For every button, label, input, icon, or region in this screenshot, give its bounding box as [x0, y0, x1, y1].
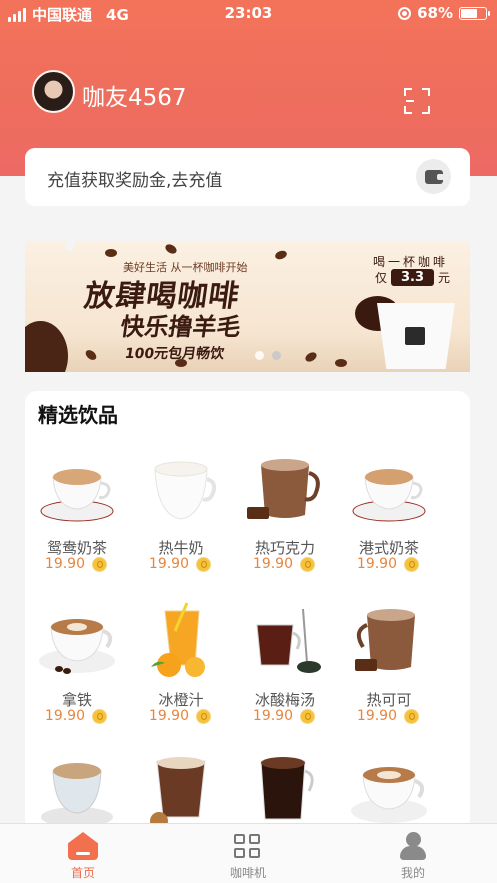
drink-price: 19.90 — [356, 556, 397, 572]
drink-item[interactable] — [129, 751, 233, 831]
drink-item[interactable]: 拿铁 19.90 — [25, 601, 129, 751]
drink-item[interactable]: 港式奶茶 19.90 — [337, 449, 441, 599]
scan-icon[interactable] — [404, 88, 430, 114]
nav-coffee-machine-label: 咖啡机 — [229, 866, 266, 880]
coffee-bean — [83, 348, 99, 362]
bottom-nav: 首页 咖啡机 我的 — [0, 823, 497, 883]
drink-price: 19.90 — [44, 708, 85, 724]
drink-name: 冰橙汁 — [158, 691, 204, 709]
banner-pagination — [255, 351, 281, 360]
drink-item[interactable]: 热巧克力 19.90 — [233, 449, 337, 599]
coffee-bean — [163, 242, 179, 256]
banner-subline: 100元包月畅饮 — [123, 346, 226, 362]
avatar[interactable] — [32, 70, 75, 113]
drink-price: 19.90 — [252, 708, 293, 724]
coin-icon — [300, 709, 315, 724]
wallet-button[interactable] — [416, 159, 451, 194]
orange-juice-glass-icon — [141, 601, 221, 681]
mocha-glass-icon — [141, 751, 221, 831]
wallet-icon — [425, 170, 444, 184]
featured-drinks-section: 精选饮品 鸳鸯奶茶 19.90 热牛奶 19.90 热巧克力 19.90 港式奶茶 19.90… — [25, 391, 470, 831]
status-right: 68% — [398, 4, 490, 22]
banner-headline-2: 快乐撸羊毛 — [118, 313, 243, 341]
banner-price-row: 仅 3.3 元 — [375, 269, 450, 286]
drink-price: 19.90 — [44, 556, 85, 572]
coin-icon — [196, 557, 211, 572]
drink-name: 热可可 — [366, 691, 412, 709]
drink-price: 19.90 — [356, 708, 397, 724]
coffee-splash-left — [25, 321, 68, 372]
promo-banner[interactable]: 美好生活 从一杯咖啡开始 放肆喝咖啡 快乐撸羊毛 100元包月畅饮 喝一杯咖啡 … — [25, 241, 470, 372]
americano-glass-icon — [245, 751, 325, 831]
drink-item[interactable]: 鸳鸯奶茶 19.90 — [25, 449, 129, 599]
status-bar: 中国联通 4G 23:03 68% — [0, 0, 497, 26]
coin-icon — [92, 709, 107, 724]
drink-name: 鸳鸯奶茶 — [46, 539, 107, 557]
coin-icon — [404, 557, 419, 572]
drink-price: 19.90 — [252, 556, 293, 572]
coffee-bean — [105, 249, 117, 257]
nav-profile-label: 我的 — [400, 866, 425, 880]
recharge-card[interactable]: 充值获取奖励金,去充值 — [25, 148, 470, 206]
cup-logo — [405, 327, 425, 345]
drink-item[interactable]: 热牛奶 19.90 — [129, 449, 233, 599]
drink-item[interactable]: 冰橙汁 19.90 — [129, 601, 233, 751]
battery-percent: 68% — [417, 4, 453, 22]
drink-price: 19.90 — [148, 556, 189, 572]
latte-cup-icon — [37, 601, 117, 681]
section-title: 精选饮品 — [38, 403, 118, 427]
user-icon — [399, 832, 427, 860]
drink-name: 拿铁 — [61, 691, 92, 709]
nav-home-label: 首页 — [70, 866, 95, 880]
milk-tea-cup-icon — [37, 449, 117, 529]
username[interactable]: 咖友4567 — [82, 78, 187, 112]
coin-icon — [92, 557, 107, 572]
drink-item[interactable]: 冰酸梅汤 19.90 — [233, 601, 337, 751]
drink-item[interactable] — [233, 751, 337, 831]
drink-name: 热巧克力 — [254, 539, 315, 557]
banner-notch — [65, 241, 75, 251]
drink-item[interactable]: 热可可 19.90 — [337, 601, 441, 751]
hot-chocolate-mug-icon — [245, 449, 325, 529]
drink-price: 19.90 — [148, 708, 189, 724]
drink-name: 港式奶茶 — [358, 539, 419, 557]
drink-item[interactable] — [25, 751, 129, 831]
orientation-lock-icon — [398, 6, 412, 20]
coin-icon — [300, 557, 315, 572]
coin-icon — [196, 709, 211, 724]
cappuccino-cup-icon — [37, 751, 117, 831]
recharge-text: 充值获取奖励金,去充值 — [47, 171, 223, 191]
nav-coffee-machine[interactable]: 咖啡机 — [198, 830, 298, 882]
banner-price-unit: 元 — [438, 271, 451, 285]
banner-price: 3.3 — [391, 269, 435, 286]
coin-icon — [404, 709, 419, 724]
banner-right-text: 喝一杯咖啡 — [373, 255, 449, 269]
banner-dot[interactable] — [255, 351, 264, 360]
latte-art-cup-icon — [349, 751, 429, 831]
drink-item[interactable] — [337, 751, 441, 831]
drink-name: 冰酸梅汤 — [254, 691, 315, 709]
banner-price-prefix: 仅 — [375, 271, 388, 285]
hot-cocoa-mug-icon — [349, 601, 429, 681]
hk-milk-tea-cup-icon — [349, 449, 429, 529]
coffee-bean — [303, 350, 319, 364]
coffee-bean — [335, 359, 347, 367]
nav-profile[interactable]: 我的 — [363, 830, 463, 882]
coffee-bean — [273, 249, 289, 261]
drink-name: 热牛奶 — [158, 539, 204, 557]
battery-icon — [459, 6, 490, 20]
home-icon — [68, 832, 98, 860]
hot-milk-cup-icon — [141, 449, 221, 529]
grid-icon — [234, 834, 262, 860]
nav-home[interactable]: 首页 — [33, 830, 133, 882]
banner-dot-active[interactable] — [272, 351, 281, 360]
plum-drink-glass-icon — [245, 601, 325, 681]
